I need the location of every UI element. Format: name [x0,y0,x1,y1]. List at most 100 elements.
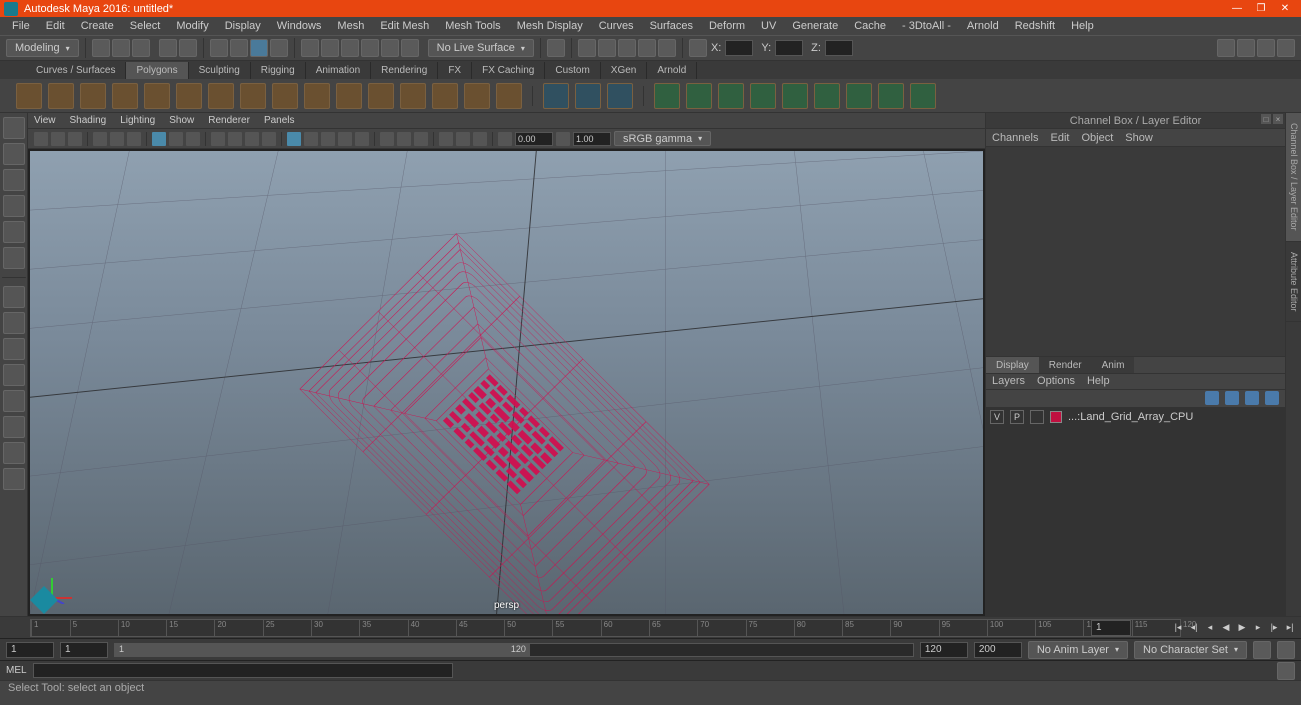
bridge-icon[interactable] [718,83,744,109]
select-component-icon[interactable] [250,39,268,57]
x-input[interactable] [725,40,753,56]
anim-end-input[interactable]: 200 [974,642,1022,658]
append-icon[interactable] [750,83,776,109]
poly-type-icon[interactable] [464,83,490,109]
pt-xray-comp-icon[interactable] [262,132,276,146]
snap-grid-icon[interactable] [301,39,319,57]
construction-history-icon[interactable] [547,39,565,57]
select-mask-icon[interactable] [270,39,288,57]
live-surface-dropdown[interactable]: No Live Surface [428,39,534,57]
shelf-tab-fxcaching[interactable]: FX Caching [472,62,545,79]
shelf-tab-animation[interactable]: Animation [306,62,371,79]
poly-gear-icon[interactable] [400,83,426,109]
layer-tab-render[interactable]: Render [1039,357,1092,373]
menu-display[interactable]: Display [217,18,269,34]
poly-soccer-icon[interactable] [432,83,458,109]
move-layer-up-icon[interactable] [1205,391,1219,405]
new-layer-selected-icon[interactable] [1265,391,1279,405]
layout-p5-icon[interactable] [3,468,25,490]
render-sequence-icon[interactable] [658,39,676,57]
separate-icon[interactable] [575,83,601,109]
dock-tab-attribute[interactable]: Attribute Editor [1286,242,1301,323]
move-tool[interactable] [3,195,25,217]
menu-modify[interactable]: Modify [168,18,216,34]
shelf-tab-arnold[interactable]: Arnold [647,62,697,79]
poly-cube-icon[interactable] [48,83,74,109]
ipr-render-icon[interactable] [598,39,616,57]
cb-menu-show[interactable]: Show [1125,132,1153,144]
rotate-tool[interactable] [3,221,25,243]
poly-prism-icon[interactable] [304,83,330,109]
close-button[interactable]: ✕ [1273,0,1297,17]
ui-element-3-icon[interactable] [1257,39,1275,57]
pt-aa-icon[interactable] [380,132,394,146]
gamma-input[interactable]: 1.00 [573,132,611,146]
pt-film-gate-icon[interactable] [110,132,124,146]
poly-pyramid-icon[interactable] [272,83,298,109]
poly-sphere-icon[interactable] [16,83,42,109]
extrude-icon[interactable] [654,83,680,109]
layer-tab-display[interactable]: Display [986,357,1039,373]
merge-icon[interactable] [846,83,872,109]
shelf-tab-curves[interactable]: Curves / Surfaces [26,62,126,79]
menu-mesh-tools[interactable]: Mesh Tools [437,18,508,34]
layout-p4-icon[interactable] [3,442,25,464]
layer-visibility-toggle[interactable]: V [990,410,1004,424]
panel-menu-show[interactable]: Show [169,115,194,126]
cb-menu-channels[interactable]: Channels [992,132,1038,144]
shelf-tab-xgen[interactable]: XGen [601,62,648,79]
poly-svg-icon[interactable] [496,83,522,109]
pt-motion-blur-icon[interactable] [338,132,352,146]
panel-menu-view[interactable]: View [34,115,56,126]
pt-ao-icon[interactable] [321,132,335,146]
go-end-button[interactable]: ▸| [1283,621,1297,635]
menu-windows[interactable]: Windows [269,18,330,34]
step-back-button[interactable]: ◂ [1203,621,1217,635]
layout-p2-icon[interactable] [3,390,25,412]
pt-dof-icon[interactable] [397,132,411,146]
layer-color-swatch[interactable] [1050,411,1062,423]
snap-plane-icon[interactable] [361,39,379,57]
anim-start-input[interactable]: 1 [6,642,54,658]
select-object-icon[interactable] [230,39,248,57]
menu-surfaces[interactable]: Surfaces [642,18,701,34]
snap-curve-icon[interactable] [321,39,339,57]
layout-p3-icon[interactable] [3,416,25,438]
menu-deform[interactable]: Deform [701,18,753,34]
snap-view-icon[interactable] [401,39,419,57]
target-weld-icon[interactable] [878,83,904,109]
bevel-icon[interactable] [686,83,712,109]
shelf-tab-polygons[interactable]: Polygons [126,62,188,79]
new-scene-icon[interactable] [92,39,110,57]
layer-row[interactable]: V P ...:Land_Grid_Array_CPU [986,408,1285,426]
play-start-input[interactable]: 1 [60,642,108,658]
redo-icon[interactable] [179,39,197,57]
pt-image-plane-icon[interactable] [68,132,82,146]
combine-icon[interactable] [543,83,569,109]
panel-pop-icon[interactable]: □ [1261,114,1271,124]
render-frame-icon[interactable] [578,39,596,57]
menu-curves[interactable]: Curves [591,18,642,34]
menu-edit[interactable]: Edit [38,18,73,34]
panel-menu-lighting[interactable]: Lighting [120,115,155,126]
play-back-button[interactable]: ◀ [1219,621,1233,635]
lasso-tool[interactable] [3,143,25,165]
pt-xray-joints-icon[interactable] [245,132,259,146]
shelf-tab-rendering[interactable]: Rendering [371,62,438,79]
menu-create[interactable]: Create [73,18,122,34]
multicut-icon[interactable] [910,83,936,109]
command-input[interactable] [33,663,453,678]
shelf-tab-custom[interactable]: Custom [545,62,600,79]
shelf-tab-rigging[interactable]: Rigging [251,62,306,79]
colorspace-dropdown[interactable]: sRGB gamma [614,131,711,146]
pt-shaded-icon[interactable] [186,132,200,146]
script-editor-icon[interactable] [1277,662,1295,680]
panel-menu-renderer[interactable]: Renderer [208,115,250,126]
xyz-toggle-icon[interactable] [689,39,707,57]
menu-generate[interactable]: Generate [784,18,846,34]
z-input[interactable] [825,40,853,56]
ui-element-1-icon[interactable] [1217,39,1235,57]
select-tool[interactable] [3,117,25,139]
minimize-button[interactable]: — [1225,0,1249,17]
menu-file[interactable]: File [4,18,38,34]
